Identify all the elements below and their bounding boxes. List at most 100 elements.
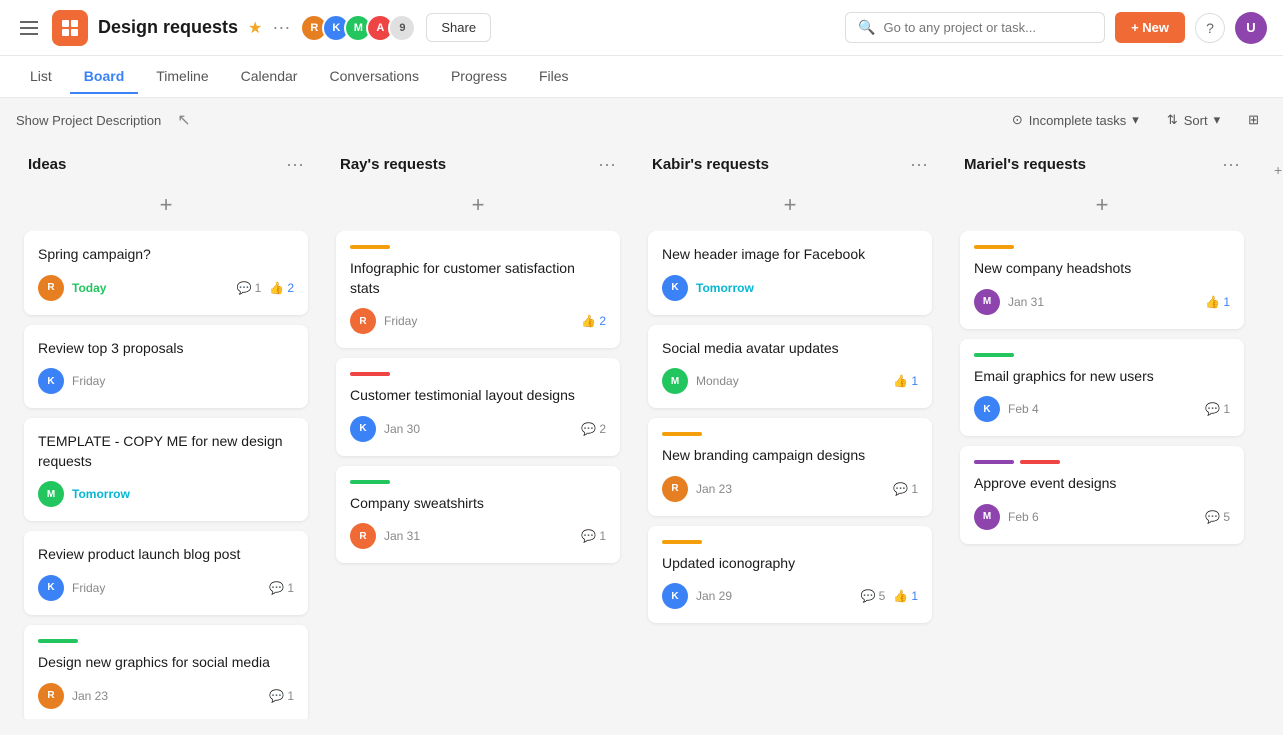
add-card-button-rays[interactable]: + bbox=[460, 187, 496, 223]
add-column: + + Add co bbox=[1264, 142, 1283, 719]
tab-list[interactable]: List bbox=[16, 60, 66, 94]
like-count: 👍1 bbox=[893, 589, 918, 603]
comment-count: 💬1 bbox=[237, 281, 262, 295]
like-count: 👍2 bbox=[269, 281, 294, 295]
card-meta: 💬5 👍1 bbox=[861, 589, 918, 603]
card-date: Tomorrow bbox=[696, 281, 918, 295]
tab-conversations[interactable]: Conversations bbox=[315, 60, 433, 94]
card-title: Spring campaign? bbox=[38, 245, 294, 265]
card-infographic[interactable]: Infographic for customer satisfaction st… bbox=[336, 231, 620, 348]
card-spring-campaign[interactable]: Spring campaign? R Today 💬1 👍2 bbox=[24, 231, 308, 315]
add-card-rays[interactable]: + bbox=[328, 183, 628, 231]
column-more-kabirs[interactable]: ··· bbox=[910, 154, 928, 175]
avatar: R bbox=[38, 275, 64, 301]
card-footer: K Friday bbox=[38, 368, 294, 394]
tab-progress[interactable]: Progress bbox=[437, 60, 521, 94]
card-header-image[interactable]: New header image for Facebook K Tomorrow bbox=[648, 231, 932, 315]
star-icon[interactable]: ★ bbox=[248, 18, 262, 38]
tab-board[interactable]: Board bbox=[70, 60, 138, 94]
sort-label: Sort bbox=[1184, 113, 1208, 128]
cursor-icon: ↖ bbox=[177, 110, 190, 130]
show-project-description[interactable]: Show Project Description bbox=[16, 113, 161, 128]
card-event-designs[interactable]: Approve event designs M Feb 6 💬5 bbox=[960, 446, 1244, 544]
card-accent bbox=[662, 540, 702, 544]
card-date: Jan 30 bbox=[384, 422, 573, 436]
column-kabirs: Kabir's requests ··· + New header image … bbox=[640, 142, 940, 719]
add-card-kabirs[interactable]: + bbox=[640, 183, 940, 231]
toolbar-right: ⊙ Incomplete tasks ▾ ⇅ Sort ▾ ⊞ bbox=[1004, 108, 1267, 132]
card-meta: 👍1 bbox=[893, 374, 918, 388]
cards-rays: Infographic for customer satisfaction st… bbox=[328, 231, 628, 719]
card-sweatshirts[interactable]: Company sweatshirts R Jan 31 💬1 bbox=[336, 466, 620, 564]
comment-icon: 💬 bbox=[237, 281, 252, 295]
header-left: Design requests ★ ··· R K M A 9 Share bbox=[16, 10, 491, 46]
add-card-button-ideas[interactable]: + bbox=[148, 187, 184, 223]
card-title: TEMPLATE - COPY ME for new design reques… bbox=[38, 432, 294, 471]
column-more-mariels[interactable]: ··· bbox=[1222, 154, 1240, 175]
search-input[interactable] bbox=[884, 20, 1093, 35]
card-review-launch[interactable]: Review product launch blog post K Friday… bbox=[24, 531, 308, 615]
column-header-mariels: Mariel's requests ··· bbox=[952, 142, 1252, 183]
card-review-proposals[interactable]: Review top 3 proposals K Friday bbox=[24, 325, 308, 409]
card-branding[interactable]: New branding campaign designs R Jan 23 💬… bbox=[648, 418, 932, 516]
card-meta: 💬1 bbox=[581, 529, 606, 543]
tab-calendar[interactable]: Calendar bbox=[227, 60, 312, 94]
add-card-ideas[interactable]: + bbox=[16, 183, 316, 231]
card-template[interactable]: TEMPLATE - COPY ME for new design reques… bbox=[24, 418, 308, 521]
comment-count: 💬2 bbox=[581, 422, 606, 436]
card-title: Company sweatshirts bbox=[350, 494, 606, 514]
comment-icon: 💬 bbox=[1205, 402, 1220, 416]
add-card-button-mariels[interactable]: + bbox=[1084, 187, 1120, 223]
view-options-button[interactable]: ⊞ bbox=[1240, 108, 1267, 132]
avatar: K bbox=[974, 396, 1000, 422]
plus-icon: + bbox=[1274, 162, 1282, 178]
column-more-ideas[interactable]: ··· bbox=[286, 154, 304, 175]
add-column-button[interactable]: + + Add co bbox=[1264, 156, 1283, 184]
card-social-avatar[interactable]: Social media avatar updates M Monday 👍1 bbox=[648, 325, 932, 409]
card-accent bbox=[38, 639, 78, 643]
search-bar[interactable]: 🔍 bbox=[845, 12, 1105, 43]
card-social-graphics[interactable]: Design new graphics for social media R J… bbox=[24, 625, 308, 719]
card-title: New branding campaign designs bbox=[662, 446, 918, 466]
like-count: 👍1 bbox=[893, 374, 918, 388]
like-icon: 👍 bbox=[893, 374, 908, 388]
new-button[interactable]: + New bbox=[1115, 12, 1185, 43]
user-avatar[interactable]: U bbox=[1235, 12, 1267, 44]
card-accent bbox=[662, 432, 702, 436]
card-accent bbox=[350, 480, 390, 484]
comment-icon: 💬 bbox=[893, 482, 908, 496]
card-title: Infographic for customer satisfaction st… bbox=[350, 259, 606, 298]
card-meta: 💬1 bbox=[1205, 402, 1230, 416]
like-count: 👍2 bbox=[581, 314, 606, 328]
card-iconography[interactable]: Updated iconography K Jan 29 💬5 👍1 bbox=[648, 526, 932, 624]
card-accent bbox=[350, 245, 390, 249]
project-title: Design requests bbox=[98, 17, 238, 38]
help-button[interactable]: ? bbox=[1195, 13, 1225, 43]
view-icon: ⊞ bbox=[1248, 112, 1259, 128]
tab-files[interactable]: Files bbox=[525, 60, 583, 94]
card-email-graphics[interactable]: Email graphics for new users K Feb 4 💬1 bbox=[960, 339, 1244, 437]
add-card-mariels[interactable]: + bbox=[952, 183, 1252, 231]
card-footer: K Friday 💬1 bbox=[38, 575, 294, 601]
card-date: Feb 6 bbox=[1008, 510, 1197, 524]
header: Design requests ★ ··· R K M A 9 Share 🔍 … bbox=[0, 0, 1283, 56]
card-date: Jan 31 bbox=[384, 529, 573, 543]
sort-button[interactable]: ⇅ Sort ▾ bbox=[1159, 108, 1228, 132]
share-button[interactable]: Share bbox=[426, 13, 491, 42]
add-card-button-kabirs[interactable]: + bbox=[772, 187, 808, 223]
more-options-icon[interactable]: ··· bbox=[272, 17, 290, 38]
column-rays: Ray's requests ··· + Infographic for cus… bbox=[328, 142, 628, 719]
column-more-rays[interactable]: ··· bbox=[598, 154, 616, 175]
incomplete-tasks-filter[interactable]: ⊙ Incomplete tasks ▾ bbox=[1004, 108, 1147, 132]
card-headshots[interactable]: New company headshots M Jan 31 👍1 bbox=[960, 231, 1244, 329]
filter-icon: ⊙ bbox=[1012, 112, 1023, 128]
card-date: Feb 4 bbox=[1008, 402, 1197, 416]
avatar: M bbox=[974, 289, 1000, 315]
menu-button[interactable] bbox=[16, 17, 42, 39]
tab-timeline[interactable]: Timeline bbox=[142, 60, 222, 94]
card-accent bbox=[974, 353, 1014, 357]
card-footer: R Jan 31 💬1 bbox=[350, 523, 606, 549]
card-meta: 💬2 bbox=[581, 422, 606, 436]
card-title: Approve event designs bbox=[974, 474, 1230, 494]
card-testimonial[interactable]: Customer testimonial layout designs K Ja… bbox=[336, 358, 620, 456]
